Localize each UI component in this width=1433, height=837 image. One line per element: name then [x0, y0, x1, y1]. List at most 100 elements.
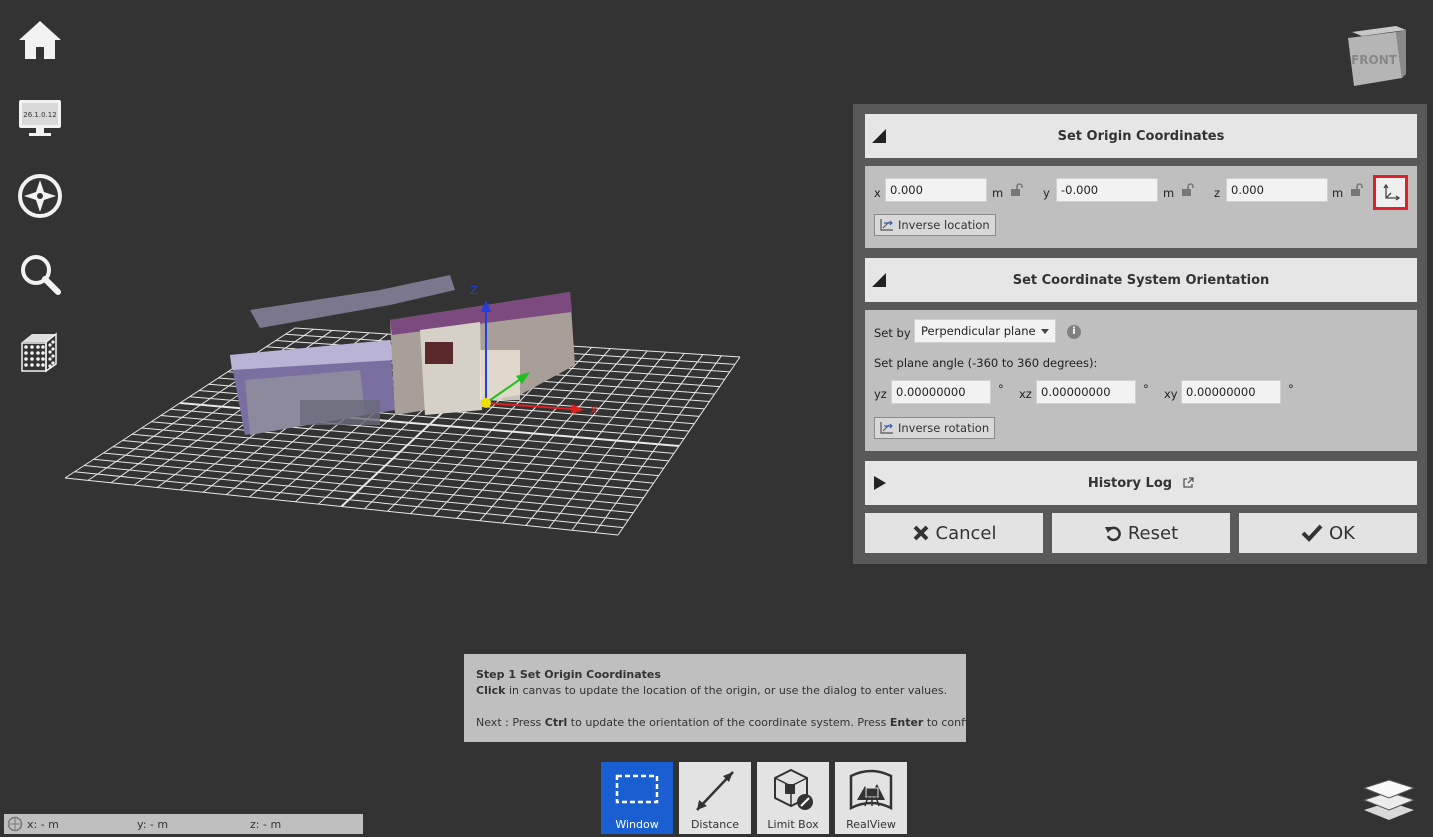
- hint-next-prefix: Next : Press: [476, 716, 545, 729]
- pick-axis-button[interactable]: [1373, 175, 1408, 210]
- dashed-rectangle-icon: [615, 774, 659, 804]
- checkmark-icon: [1301, 524, 1323, 542]
- hint-click-rest: in canvas to update the location of the …: [505, 684, 948, 697]
- inverse-location-label: Inverse location: [898, 218, 990, 232]
- window-select-button[interactable]: Window: [601, 762, 673, 834]
- set-by-select[interactable]: Perpendicular plane: [914, 319, 1056, 343]
- grid-line: [84, 465, 629, 521]
- xz-label: xz: [1019, 387, 1032, 401]
- navigation-button[interactable]: [14, 170, 66, 222]
- lock-open-icon[interactable]: [1350, 183, 1364, 197]
- realview-label: RealView: [846, 818, 896, 831]
- search-button[interactable]: [14, 248, 66, 300]
- grid-line: [151, 421, 664, 469]
- grid-line: [93, 458, 634, 514]
- hint-click-bold: Click: [476, 684, 506, 697]
- grid-line: [132, 433, 654, 484]
- ok-button[interactable]: OK: [1239, 513, 1417, 553]
- z-axis-label: Z: [470, 284, 478, 297]
- hint-next-line: Next : Press Ctrl to update the orientat…: [476, 716, 987, 729]
- inverse-rotation-label: Inverse rotation: [898, 421, 990, 435]
- search-icon: [21, 255, 61, 295]
- cancel-label: Cancel: [935, 522, 997, 544]
- xz-input[interactable]: [1036, 380, 1136, 404]
- hint-panel: Step 1 Set Origin Coordinates Click in c…: [464, 654, 987, 742]
- yz-input[interactable]: [891, 380, 991, 404]
- cursor-x: x: - m: [27, 818, 59, 831]
- x-axis-label: X: [590, 404, 598, 417]
- yz-label: yz: [874, 387, 887, 401]
- orientation-section-header[interactable]: Set Coordinate System Orientation: [865, 258, 1417, 302]
- distance-icon: [696, 771, 734, 811]
- 3d-canvas[interactable]: X Z: [60, 250, 760, 550]
- hint-next-suffix: to confirm.: [923, 716, 987, 729]
- lock-open-icon[interactable]: [1181, 183, 1195, 197]
- compass-icon: [18, 174, 62, 218]
- xz-degree: °: [1143, 382, 1149, 396]
- y-input[interactable]: [1056, 178, 1158, 202]
- undo-icon: [1104, 526, 1121, 542]
- z-label: z: [1214, 186, 1221, 200]
- realview-icon: [849, 769, 893, 811]
- collapse-triangle-icon: [872, 129, 886, 143]
- distance-button[interactable]: Distance: [679, 762, 751, 834]
- grid-cube-button[interactable]: [14, 326, 66, 378]
- axis-icon: [1382, 183, 1400, 201]
- xy-label: xy: [1164, 387, 1178, 401]
- grid-line: [64, 477, 619, 536]
- inverse-rotation-button[interactable]: Inverse rotation: [874, 417, 996, 439]
- x-label: x: [874, 186, 881, 200]
- origin-section-header[interactable]: Set Origin Coordinates: [865, 114, 1417, 158]
- expand-triangle-icon: [874, 476, 886, 490]
- info-icon[interactable]: i: [1067, 325, 1081, 339]
- orientation-section-title: Set Coordinate System Orientation: [1012, 272, 1270, 288]
- y-unit: m: [1163, 186, 1175, 200]
- grid-line: [141, 427, 659, 477]
- set-by-value: Perpendicular plane: [921, 324, 1036, 338]
- grid-cube-icon: [21, 332, 57, 373]
- inverse-icon: [880, 422, 893, 434]
- lock-open-icon[interactable]: [1010, 183, 1024, 197]
- limit-box-label: Limit Box: [767, 818, 819, 831]
- x-input[interactable]: [885, 178, 987, 202]
- home-button[interactable]: [14, 14, 66, 66]
- hint-click-line: Click in canvas to update the location o…: [476, 684, 947, 697]
- hint-ctrl-key: Ctrl: [544, 716, 568, 729]
- z-input[interactable]: [1226, 178, 1328, 202]
- view-cube[interactable]: FRONT: [1340, 18, 1412, 90]
- limit-box-button[interactable]: Limit Box: [757, 762, 829, 834]
- limit-box-icon: [774, 768, 813, 810]
- monitor-button[interactable]: 26.1.0.12: [14, 92, 66, 144]
- history-section-title: History Log: [1087, 475, 1173, 491]
- y-label: y: [1043, 186, 1050, 200]
- plane-angle-label: Set plane angle (-360 to 360 degrees):: [874, 356, 1098, 370]
- xy-input[interactable]: [1181, 380, 1281, 404]
- window-label: Window: [615, 818, 659, 831]
- cursor-y: y: - m: [137, 818, 169, 831]
- grid-line: [103, 452, 639, 506]
- monitor-icon: 26.1.0.12: [19, 100, 61, 136]
- hint-enter-key: Enter: [889, 716, 924, 729]
- hint-next-middle: to update the orientation of the coordin…: [567, 716, 890, 729]
- cancel-button[interactable]: Cancel: [865, 513, 1043, 553]
- hint-step-title: Step 1 Set Origin Coordinates: [476, 668, 661, 681]
- view-cube-face-label: FRONT: [1351, 53, 1398, 67]
- close-icon: [913, 525, 928, 541]
- x-unit: m: [992, 186, 1004, 200]
- reset-button[interactable]: Reset: [1052, 513, 1230, 553]
- collapse-triangle-icon: [872, 273, 886, 287]
- inverse-location-button[interactable]: Inverse location: [874, 214, 996, 236]
- history-section-header[interactable]: History Log: [865, 461, 1417, 505]
- layers-icon[interactable]: [1362, 776, 1416, 824]
- distance-label: Distance: [690, 818, 740, 831]
- home-icon: [19, 21, 61, 59]
- globe-icon: [7, 816, 23, 832]
- monitor-ip-text: 26.1.0.12: [23, 111, 56, 119]
- external-link-icon[interactable]: [1182, 477, 1194, 489]
- grid-line: [112, 446, 644, 499]
- coordinate-system-dialog: Set Origin Coordinates x m y m z m Inver…: [853, 104, 1427, 564]
- cursor-coordinates-bar: x: - m y: - m z: - m: [4, 814, 363, 834]
- yz-degree: °: [998, 382, 1004, 396]
- realview-button[interactable]: RealView: [835, 762, 907, 834]
- cursor-z: z: - m: [250, 818, 282, 831]
